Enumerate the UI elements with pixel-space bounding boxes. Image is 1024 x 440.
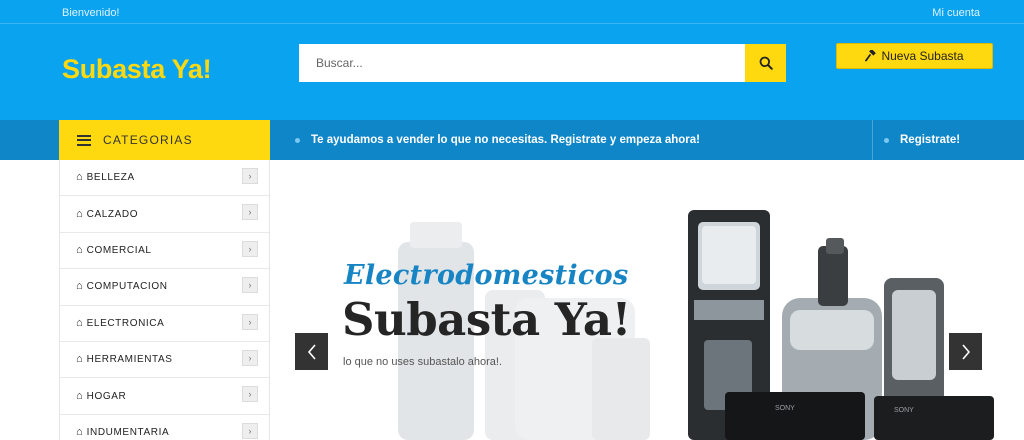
- home-icon: ⌂: [76, 316, 83, 329]
- category-label: HOGAR: [86, 390, 127, 402]
- slider-prev-button[interactable]: [295, 333, 328, 370]
- search-bar: [299, 44, 786, 82]
- category-item-herramientas[interactable]: ⌂ HERRAMIENTAS ›: [60, 342, 269, 379]
- bullet-icon: [884, 137, 889, 143]
- home-icon: ⌂: [76, 353, 83, 366]
- chevron-right-icon[interactable]: ›: [242, 240, 258, 257]
- slider-next-button[interactable]: [949, 333, 982, 370]
- category-label: COMPUTACION: [86, 281, 168, 293]
- category-item-computacion[interactable]: ⌂ COMPUTACION ›: [60, 269, 269, 306]
- bullet-icon: [295, 137, 300, 143]
- chevron-right-icon[interactable]: ›: [242, 204, 258, 221]
- search-button[interactable]: [745, 44, 786, 82]
- chevron-right-icon[interactable]: ›: [242, 349, 258, 366]
- category-sidebar: ⌂ BELLEZA › ⌂ CALZADO › ⌂ COMERCIAL › ⌂ …: [59, 160, 270, 440]
- register-link[interactable]: Registrate!: [884, 120, 960, 160]
- menu-icon: [77, 134, 91, 146]
- site-header: Subasta Ya! Nueva Subasta: [0, 24, 1024, 120]
- chevron-right-icon[interactable]: ›: [242, 422, 258, 439]
- site-logo[interactable]: Subasta Ya!: [62, 54, 212, 85]
- chevron-right-icon[interactable]: ›: [242, 168, 258, 184]
- search-input[interactable]: [299, 44, 745, 82]
- category-item-comercial[interactable]: ⌂ COMERCIAL ›: [60, 233, 269, 270]
- svg-text:SONY: SONY: [775, 405, 795, 412]
- gavel-icon: [865, 50, 877, 62]
- home-icon: ⌂: [76, 207, 83, 220]
- category-label: COMERCIAL: [86, 244, 152, 256]
- promo-message: Te ayudamos a vender lo que no necesitas…: [295, 120, 700, 160]
- chevron-right-icon: [961, 343, 970, 360]
- category-label: BELLEZA: [86, 172, 135, 184]
- category-item-indumentaria[interactable]: ⌂ INDUMENTARIA ›: [60, 415, 269, 440]
- search-icon: [759, 56, 773, 70]
- register-label: Registrate!: [900, 134, 961, 146]
- hero-subtitle: lo que no uses subastalo ahora!.: [343, 356, 503, 368]
- new-auction-label: Nueva Subasta: [881, 49, 964, 63]
- home-icon: ⌂: [76, 243, 83, 256]
- chevron-right-icon[interactable]: ›: [242, 386, 258, 403]
- category-item-hogar[interactable]: ⌂ HOGAR ›: [60, 378, 269, 415]
- promo-message-text: Te ayudamos a vender lo que no necesitas…: [311, 134, 701, 146]
- category-item-belleza[interactable]: ⌂ BELLEZA ›: [60, 160, 269, 197]
- chevron-right-icon[interactable]: ›: [242, 313, 258, 330]
- home-icon: ⌂: [76, 389, 83, 402]
- svg-text:SONY: SONY: [894, 407, 914, 414]
- category-label: CALZADO: [86, 208, 139, 220]
- home-icon: ⌂: [76, 425, 83, 438]
- hero-kicker: Electrodomesticos: [344, 260, 629, 291]
- category-label: INDUMENTARIA: [86, 426, 170, 438]
- category-label: HERRAMIENTAS: [86, 354, 173, 366]
- hero-slider: SONY SONY Electrodomesticos Subasta Ya! …: [270, 160, 1024, 440]
- nav-divider: [872, 120, 873, 160]
- category-item-electronica[interactable]: ⌂ ELECTRONICA ›: [60, 306, 269, 342]
- categories-label: CATEGORIAS: [103, 133, 193, 147]
- chevron-left-icon: [307, 343, 316, 360]
- new-auction-button[interactable]: Nueva Subasta: [836, 43, 993, 69]
- category-label: ELECTRONICA: [86, 317, 165, 329]
- categories-toggle[interactable]: CATEGORIAS: [59, 120, 270, 160]
- chevron-right-icon[interactable]: ›: [242, 277, 258, 294]
- category-item-calzado[interactable]: ⌂ CALZADO ›: [60, 196, 269, 233]
- nav-bar: CATEGORIAS Te ayudamos a vender lo que n…: [0, 120, 1024, 160]
- home-icon: ⌂: [76, 280, 83, 293]
- top-strip: Bienvenido! Mi cuenta: [0, 0, 1024, 24]
- hero-title: Subasta Ya!: [342, 293, 631, 346]
- home-icon: ⌂: [76, 171, 83, 184]
- my-account-link[interactable]: Mi cuenta: [932, 7, 980, 19]
- welcome-text: Bienvenido!: [62, 7, 120, 19]
